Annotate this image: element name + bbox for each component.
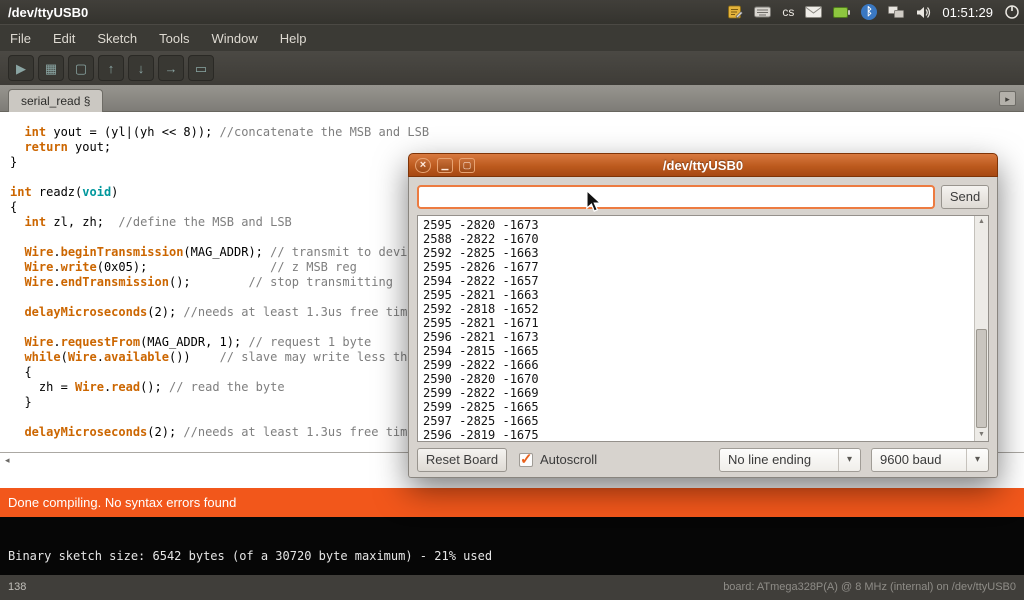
autoscroll-checkbox[interactable]: ✓ [519, 453, 533, 467]
console-output: Binary sketch size: 6542 bytes (of a 307… [0, 517, 1024, 563]
serial-line: 2592 -2825 -1663 [423, 246, 969, 260]
code-line: int yout = (yl|(yh << 8)); //concatenate… [10, 125, 1024, 140]
ide-footer: 138 board: ATmega328P(A) @ 8 MHz (intern… [0, 575, 1024, 600]
mouse-cursor [586, 190, 602, 212]
screen: /dev/ttyUSB0 cs ᛒ [0, 0, 1024, 600]
send-button[interactable]: Send [941, 185, 989, 209]
keyboard-layout-icon[interactable] [754, 6, 771, 18]
notes-icon[interactable] [727, 4, 743, 20]
verify-button[interactable]: ▶ [8, 55, 34, 81]
volume-icon[interactable] [916, 6, 931, 19]
clock[interactable]: 01:51:29 [942, 5, 993, 20]
board-info: board: ATmega328P(A) @ 8 MHz (internal) … [723, 575, 1016, 600]
menu-file[interactable]: File [10, 31, 31, 46]
serial-monitor-window: × ▁ ▢ /dev/ttyUSB0 Send 2595 -2820 -1673… [408, 153, 998, 478]
system-tray: cs ᛒ 01:51:29 [727, 0, 1020, 24]
network-icon[interactable] [888, 6, 905, 19]
upload-icon: → [165, 62, 178, 75]
serial-line: 2596 -2821 -1673 [423, 330, 969, 344]
check-icon: ✓ [520, 450, 533, 468]
bluetooth-icon[interactable]: ᛒ [861, 4, 877, 20]
line-number: 138 [8, 575, 26, 600]
menu-window[interactable]: Window [211, 31, 257, 46]
menu-edit[interactable]: Edit [53, 31, 75, 46]
menu-sketch[interactable]: Sketch [97, 31, 137, 46]
baud-rate-select[interactable]: 9600 baud ▾ [871, 448, 989, 472]
serial-output-panel: 2595 -2820 -16732588 -2822 -16702592 -28… [417, 215, 989, 442]
battery-icon[interactable] [833, 7, 850, 18]
language-indicator[interactable]: cs [782, 5, 794, 19]
scrollbar-thumb[interactable] [976, 329, 987, 429]
close-icon[interactable]: × [415, 158, 431, 173]
autoscroll-label: Autoscroll [540, 448, 597, 472]
mail-icon[interactable] [805, 6, 822, 18]
tab-serial-read[interactable]: serial_read § [8, 89, 103, 112]
menu-tools[interactable]: Tools [159, 31, 189, 46]
serial-line: 2596 -2819 -1675 [423, 428, 969, 441]
serial-line: 2599 -2822 -1666 [423, 358, 969, 372]
window-title: /dev/ttyUSB0 [0, 5, 88, 20]
serial-line: 2594 -2815 -1665 [423, 344, 969, 358]
ubuntu-top-panel: /dev/ttyUSB0 cs ᛒ [0, 0, 1024, 24]
compile-status-message: Done compiling. No syntax errors found [0, 488, 1024, 517]
serial-input[interactable] [417, 185, 935, 209]
menubar: File Edit Sketch Tools Window Help [0, 24, 1024, 51]
upload-button[interactable]: → [158, 55, 184, 81]
maximize-icon[interactable]: ▢ [459, 158, 475, 173]
chevron-down-icon[interactable]: ▾ [966, 449, 988, 471]
serial-monitor-title: /dev/ttyUSB0 [409, 154, 997, 177]
serial-line: 2595 -2826 -1677 [423, 260, 969, 274]
console: Binary sketch size: 6542 bytes (of a 307… [0, 517, 1024, 575]
stop-icon: ▦ [45, 62, 57, 75]
scroll-up-icon[interactable]: ▲ [975, 216, 988, 228]
line-ending-value: No line ending [728, 449, 811, 471]
menu-help[interactable]: Help [280, 31, 307, 46]
serial-line: 2599 -2825 -1665 [423, 400, 969, 414]
open-sketch-button[interactable]: ↑ [98, 55, 124, 81]
session-menu-icon[interactable] [1004, 4, 1020, 20]
verify-icon: ▶ [16, 62, 26, 75]
stop-button[interactable]: ▦ [38, 55, 64, 81]
chevron-down-icon[interactable]: ▾ [838, 449, 860, 471]
scroll-down-icon[interactable]: ▼ [975, 429, 988, 441]
serial-line: 2590 -2820 -1670 [423, 372, 969, 386]
serial-scrollbar[interactable]: ▲ ▼ [974, 216, 988, 441]
serial-monitor-titlebar[interactable]: × ▁ ▢ /dev/ttyUSB0 [408, 153, 998, 177]
minimize-icon[interactable]: ▁ [437, 158, 453, 173]
serial-monitor-body: Send 2595 -2820 -16732588 -2822 -1670259… [408, 177, 998, 478]
scroll-left-icon[interactable]: ◂ [5, 455, 10, 466]
serial-monitor-button[interactable]: ▭ [188, 55, 214, 81]
serial-line: 2588 -2822 -1670 [423, 232, 969, 246]
serial-line: 2599 -2822 -1669 [423, 386, 969, 400]
save-icon: ↓ [138, 62, 145, 75]
tab-bar: serial_read § ▸ [0, 85, 1024, 112]
baud-rate-value: 9600 baud [880, 449, 941, 471]
line-ending-select[interactable]: No line ending ▾ [719, 448, 861, 472]
open-icon: ↑ [108, 62, 115, 75]
serial-line: 2595 -2821 -1663 [423, 288, 969, 302]
serial-line: 2592 -2818 -1652 [423, 302, 969, 316]
reset-board-button[interactable]: Reset Board [417, 448, 507, 472]
new-sketch-button[interactable]: ▢ [68, 55, 94, 81]
serial-line: 2595 -2821 -1671 [423, 316, 969, 330]
compile-status-bar: Done compiling. No syntax errors found [0, 488, 1024, 517]
serial-output[interactable]: 2595 -2820 -16732588 -2822 -16702592 -28… [418, 216, 974, 441]
serial-monitor-icon: ▭ [195, 62, 207, 75]
serial-line: 2595 -2820 -1673 [423, 218, 969, 232]
toolbar-buttons: ▶ ▦ ▢ ↑ ↓ → ▭ [0, 51, 1024, 85]
new-file-icon: ▢ [75, 62, 87, 75]
serial-line: 2597 -2825 -1665 [423, 414, 969, 428]
tab-menu-icon[interactable]: ▸ [999, 91, 1016, 106]
serial-line: 2594 -2822 -1657 [423, 274, 969, 288]
serial-monitor-controls: Reset Board ✓ Autoscroll No line ending … [417, 448, 989, 472]
save-sketch-button[interactable]: ↓ [128, 55, 154, 81]
